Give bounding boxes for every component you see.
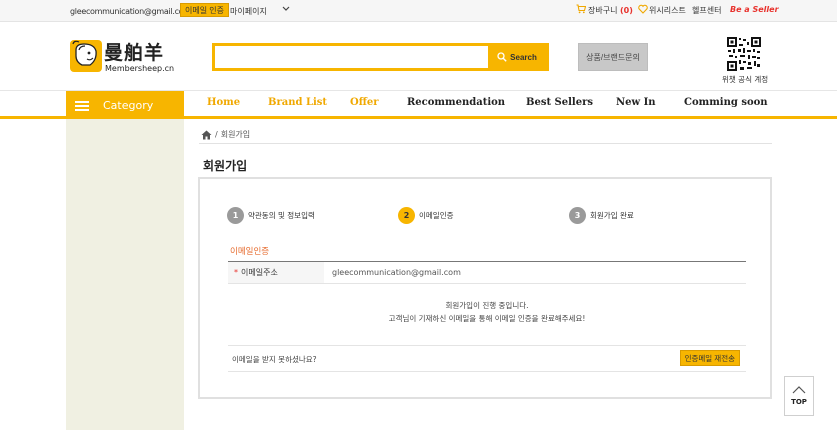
mypage-link[interactable]: 마이페이지: [230, 6, 267, 17]
product-brand-inquiry-button[interactable]: 상품/브랜드문의: [578, 43, 648, 71]
logo-english-text[interactable]: Membersheep.cn: [105, 64, 174, 73]
nav-recommendation[interactable]: Recommendation: [407, 97, 505, 108]
resend-row: 이메일을 받지 못하셨나요? 인증메일 재전송: [228, 345, 746, 372]
logo-chinese-text[interactable]: 曼舶羊: [104, 38, 164, 65]
email-label-text: 이메일주소: [241, 268, 278, 277]
page-title: 회원가입: [203, 159, 248, 173]
step-label: 이메일인증: [419, 211, 454, 220]
search-input[interactable]: [215, 46, 489, 68]
cart-count: (0): [620, 6, 633, 15]
cart-label: 장바구니: [588, 6, 618, 15]
verification-notice: 회원가입이 진행 중입니다. 고객님이 기재하신 이메일을 통해 이메일 인증을…: [228, 299, 746, 325]
main-nav: Category Home Brand List Offer Recommend…: [0, 90, 837, 120]
nav-home[interactable]: Home: [207, 97, 240, 108]
email-value: gleecommunication@gmail.com: [332, 268, 461, 277]
step-3: 3 회원가입 완료: [569, 207, 634, 224]
step-2: 2 이메일인증: [398, 207, 454, 224]
nav-new-in[interactable]: New In: [616, 97, 656, 108]
wechat-official-label: 위챗 공식 계정: [722, 75, 769, 84]
heart-icon[interactable]: [638, 4, 648, 14]
breadcrumb-current: 회원가입: [220, 130, 251, 139]
step-number: 3: [569, 207, 586, 224]
search-button-label: Search: [510, 52, 537, 62]
nav-offer[interactable]: Offer: [350, 97, 379, 108]
cart-icon[interactable]: [576, 4, 586, 14]
notice-line-1: 회원가입이 진행 중입니다.: [445, 301, 529, 310]
required-mark: *: [234, 268, 238, 277]
scroll-top-button[interactable]: TOP: [784, 376, 814, 416]
top-utility-bar: gleecommunication@gmail.com 님 이메일 인증 마이페…: [0, 0, 837, 22]
qr-code-icon: [726, 36, 762, 72]
home-icon[interactable]: [201, 130, 212, 140]
nav-coming-soon[interactable]: Comming soon: [684, 97, 768, 108]
top-label: TOP: [791, 398, 807, 406]
search-button[interactable]: Search: [488, 46, 546, 68]
resend-verification-button[interactable]: 인증메일 재전송: [679, 350, 740, 366]
wishlist-link[interactable]: 위시리스트: [649, 5, 686, 16]
section-title: 이메일인증: [230, 247, 270, 257]
email-row: * 이메일주소 gleecommunication@gmail.com: [228, 262, 746, 284]
step-number: 1: [227, 207, 244, 224]
breadcrumb: / 회원가입: [201, 129, 250, 140]
site-header: 曼舶羊 Membersheep.cn Search 상품/브랜드문의 위챗 공식: [0, 22, 837, 90]
breadcrumb-divider: [199, 143, 772, 144]
category-sidebar: [66, 119, 184, 430]
search-icon: [497, 52, 507, 62]
nav-best-sellers[interactable]: Best Sellers: [526, 97, 593, 108]
hamburger-icon: [75, 100, 89, 111]
chevron-up-icon: [792, 386, 806, 394]
chevron-down-icon[interactable]: [282, 4, 290, 14]
resend-question: 이메일을 받지 못하셨나요?: [232, 355, 317, 364]
help-center-link[interactable]: 헬프센터: [692, 5, 721, 16]
signup-panel: 1 약관동의 및 정보입력 2 이메일인증 3 회원가입 완료 이메일인증 * 이…: [198, 177, 772, 399]
step-label: 회원가입 완료: [590, 211, 634, 220]
category-label: Category: [103, 99, 154, 112]
email-label: * 이메일주소: [228, 262, 324, 283]
be-a-seller-link[interactable]: Be a Seller: [730, 5, 779, 14]
step-number: 2: [398, 207, 415, 224]
notice-line-2: 고객님이 기재하신 이메일을 통해 이메일 인증을 완료해주세요!: [388, 314, 586, 323]
step-label: 약관동의 및 정보입력: [248, 211, 315, 220]
step-1: 1 약관동의 및 정보입력: [227, 207, 315, 224]
search-bar: Search: [212, 43, 549, 71]
cart-link[interactable]: 장바구니 (0): [588, 5, 633, 16]
breadcrumb-separator: /: [215, 130, 218, 139]
email-verify-button[interactable]: 이메일 인증: [180, 3, 230, 17]
nav-brand-list[interactable]: Brand List: [268, 97, 327, 108]
